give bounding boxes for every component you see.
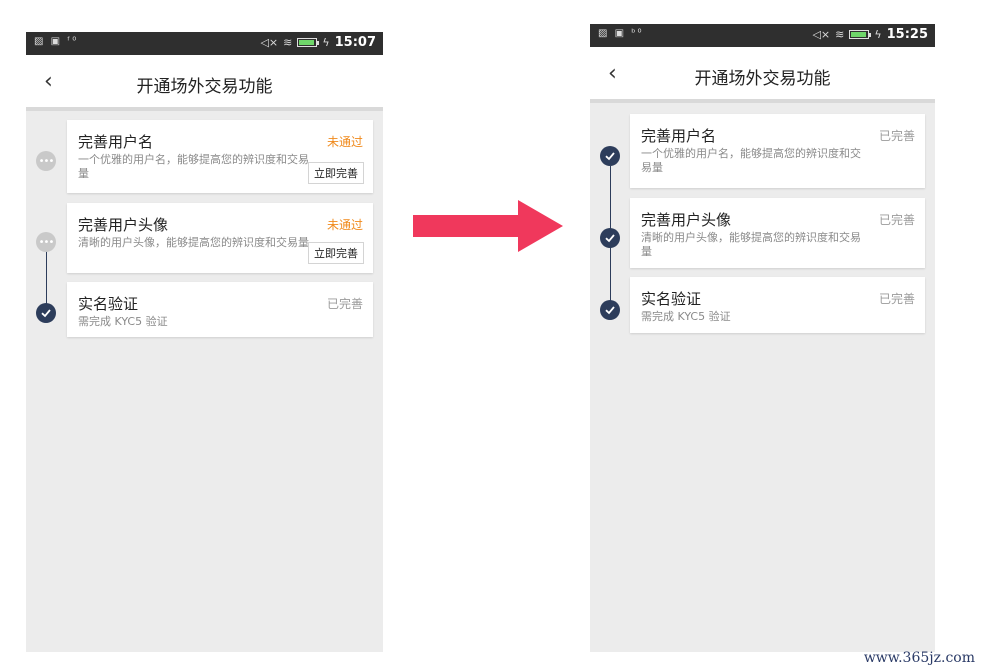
step-card-avatar: 完善用户头像 清晰的用户头像，能够提高您的辨识度和交易量 已完善 (630, 198, 925, 268)
app-header: ‹ 开通场外交易功能 (590, 47, 935, 103)
status-time: 15:25 (886, 27, 928, 42)
step-desc: 需完成 KYC5 验证 (78, 315, 168, 328)
complete-now-button[interactable]: 立即完善 (308, 162, 364, 184)
check-icon (600, 228, 620, 248)
arrow-right-icon (413, 200, 563, 252)
step-desc: 一个优雅的用户名，能够提高您的辨识度和交易量 (78, 153, 309, 180)
page-title: 开通场外交易功能 (694, 69, 831, 89)
step-node-pending: ••• (36, 232, 56, 252)
status-bar: ▨ ▣ ᵇ⁰ ◁× ≋ ϟ 15:25 (590, 24, 935, 47)
charging-icon: ϟ (874, 28, 882, 41)
step-title: 实名验证 (78, 295, 139, 313)
step-title: 完善用户头像 (78, 216, 169, 234)
step-title: 完善用户头像 (641, 211, 732, 229)
check-icon (600, 300, 620, 320)
comparison-canvas: ▨ ▣ ᶠ⁰ ◁× ≋ ϟ 15:07 ‹ 开通场外交易功能 ••• ••• 完… (0, 0, 983, 672)
status-badge: 未通过 (326, 218, 363, 232)
status-badge: 未通过 (326, 135, 363, 149)
check-icon (36, 303, 56, 323)
battery-icon (297, 38, 320, 47)
charging-icon: ϟ (322, 36, 330, 49)
step-desc: 清晰的用户头像，能够提高您的辨识度和交易量 (78, 236, 309, 249)
step-title: 完善用户名 (78, 133, 154, 151)
app-header: ‹ 开通场外交易功能 (26, 55, 383, 111)
check-icon (600, 146, 620, 166)
wifi-icon: ≋ (283, 36, 293, 49)
step-desc: 清晰的用户头像，能够提高您的辨识度和交易量 (641, 231, 861, 258)
step-title: 完善用户名 (641, 127, 717, 145)
status-time: 15:07 (334, 35, 376, 50)
step-title: 实名验证 (641, 290, 702, 308)
mute-icon: ◁× (260, 36, 279, 49)
step-card-realname: 实名验证 需完成 KYC5 验证 已完善 (67, 282, 373, 337)
wifi-icon: ≋ (835, 28, 845, 41)
page-title: 开通场外交易功能 (136, 77, 273, 97)
status-badge: 已完善 (878, 292, 915, 306)
watermark: www.365jz.com (863, 650, 975, 666)
step-card-username: 完善用户名 一个优雅的用户名，能够提高您的辨识度和交易量 已完善 (630, 114, 925, 188)
step-desc: 需完成 KYC5 验证 (641, 310, 731, 323)
phone-screen-before: ▨ ▣ ᶠ⁰ ◁× ≋ ϟ 15:07 ‹ 开通场外交易功能 ••• ••• 完… (26, 32, 383, 652)
step-card-username: 完善用户名 一个优雅的用户名，能够提高您的辨识度和交易量 未通过 立即完善 (67, 120, 373, 193)
step-card-realname: 实名验证 需完成 KYC5 验证 已完善 (630, 277, 925, 333)
notification-icons: ▨ ▣ ᵇ⁰ (598, 28, 644, 39)
mute-icon: ◁× (812, 28, 831, 41)
status-bar: ▨ ▣ ᶠ⁰ ◁× ≋ ϟ 15:07 (26, 32, 383, 55)
step-node-pending: ••• (36, 151, 56, 171)
phone-screen-after: ▨ ▣ ᵇ⁰ ◁× ≋ ϟ 15:25 ‹ 开通场外交易功能 完善用户名 一个优… (590, 24, 935, 652)
complete-now-button[interactable]: 立即完善 (308, 242, 364, 264)
status-badge: 已完善 (878, 213, 915, 227)
step-desc: 一个优雅的用户名，能够提高您的辨识度和交易量 (641, 147, 861, 174)
step-card-avatar: 完善用户头像 清晰的用户头像，能够提高您的辨识度和交易量 未通过 立即完善 (67, 203, 373, 273)
battery-icon (849, 30, 872, 39)
status-badge: 已完善 (878, 129, 915, 143)
notification-icons: ▨ ▣ ᶠ⁰ (34, 36, 79, 47)
status-badge: 已完善 (326, 297, 363, 311)
